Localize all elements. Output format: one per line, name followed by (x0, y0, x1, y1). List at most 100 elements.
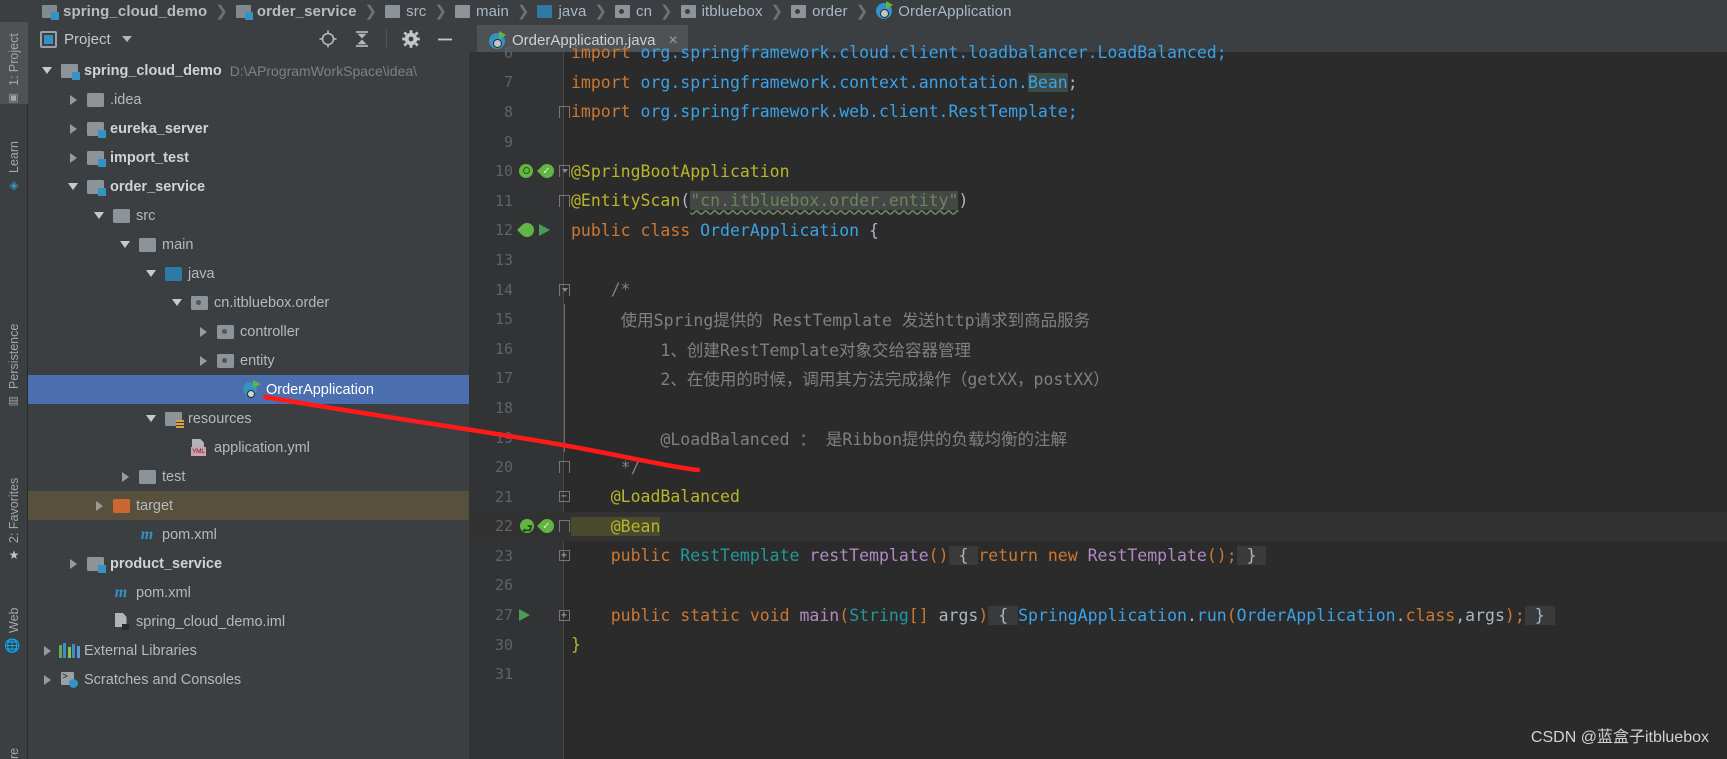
project-tree[interactable]: spring_cloud_demo D:\AProgramWorkSpace\id… (28, 56, 469, 759)
breadcrumb-item-java[interactable]: java (537, 0, 586, 22)
expand-arrow-down-icon[interactable] (140, 270, 162, 277)
code-line-7[interactable]: 7 import org.springframework.context.anno… (469, 68, 1727, 98)
expand-arrow-right-icon[interactable] (88, 500, 110, 511)
fold-region-start-icon[interactable] (558, 165, 570, 178)
expand-arrow-right-icon[interactable] (192, 355, 214, 366)
code-text[interactable]: @Bean (571, 512, 661, 542)
tree-node-resources[interactable]: resources (28, 404, 469, 433)
tree-node-spring-cloud-demo[interactable]: spring_cloud_demo D:\AProgramWorkSpace\id… (28, 56, 469, 85)
code-line-15[interactable]: 15 使用Spring提供的 RestTemplate 发送http请求到商品服… (469, 304, 1727, 334)
gutter-icons[interactable]: ⮐ ✓ (519, 512, 557, 542)
code-line-30[interactable]: 30} (469, 630, 1727, 660)
code-text[interactable]: 使用Spring提供的 RestTemplate 发送http请求到商品服务 (571, 304, 1090, 334)
code-line-26[interactable]: 26 (469, 571, 1727, 601)
locate-icon[interactable] (318, 29, 338, 49)
code-text[interactable]: import org.springframework.context.annot… (571, 68, 1078, 98)
code-text[interactable]: } (571, 630, 581, 660)
code-line-27[interactable]: 27 + public static void main(String[] arg… (469, 600, 1727, 630)
code-line-10[interactable]: 10 ✓ @SpringBootApplication (469, 156, 1727, 186)
tree-node-eureka-server[interactable]: eureka_server (28, 114, 469, 143)
code-line-9[interactable]: 9 (469, 127, 1727, 157)
fold-gutter[interactable] (557, 422, 571, 453)
expand-arrow-down-icon[interactable] (114, 241, 136, 248)
code-line-16[interactable]: 16 1、创建RestTemplate对象交给容器管理 (469, 333, 1727, 364)
spring-leaf-gutter-icon[interactable]: ✓ (537, 161, 557, 182)
tree-node-scratches-and-consoles[interactable]: Scratches and Consoles (28, 665, 469, 694)
expand-arrow-right-icon[interactable] (62, 558, 84, 569)
tree-node-.idea[interactable]: .idea (28, 85, 469, 114)
gutter-icons[interactable] (519, 600, 530, 630)
breadcrumb-item-orderapplication[interactable]: OrderApplication (876, 0, 1011, 22)
breadcrumb-item-spring-cloud-demo[interactable]: spring_cloud_demo (42, 0, 207, 22)
code-line-23[interactable]: 23 + public RestTemplate restTemplate() {… (469, 541, 1727, 571)
expand-arrow-right-icon[interactable] (36, 645, 58, 656)
sidebar-tab-favorites[interactable]: ★ 2: Favorites (0, 432, 28, 562)
tree-node-pom.xml[interactable]: m pom.xml (28, 520, 469, 549)
fold-collapse-icon[interactable]: − (558, 491, 570, 503)
code-text[interactable]: 1、创建RestTemplate对象交给容器管理 (571, 334, 971, 364)
spring-leaf-gutter-icon[interactable]: ✓ (537, 516, 557, 537)
tree-node-order-service[interactable]: order_service (28, 172, 469, 201)
run-gutter-icon[interactable] (539, 224, 550, 237)
fold-gutter[interactable] (557, 363, 571, 394)
code-text[interactable]: @LoadBalanced ： 是Ribbon提供的负载均衡的注解 (571, 423, 1067, 453)
sidebar-tab-learn[interactable]: ◈ Learn (0, 122, 28, 192)
expand-arrow-right-icon[interactable] (62, 94, 84, 105)
sidebar-tab-project[interactable]: ▣ 1: Project (0, 22, 28, 104)
fold-region-icon[interactable] (558, 194, 570, 207)
tree-node-application.yml[interactable]: YML application.yml (28, 433, 469, 462)
code-text[interactable]: public static void main(String[] args) {… (571, 600, 1555, 630)
breadcrumb-item-main[interactable]: main (454, 0, 509, 22)
fold-gutter[interactable] (557, 304, 571, 334)
tree-node-test[interactable]: test (28, 462, 469, 491)
fold-region-icon[interactable] (558, 105, 570, 118)
code-editor[interactable]: 6 import org.springframework.cloud.client… (469, 43, 1727, 759)
fold-gutter[interactable] (557, 275, 571, 305)
fold-gutter[interactable]: − (557, 482, 571, 512)
minimize-icon[interactable] (435, 29, 455, 49)
expand-arrow-right-icon[interactable] (114, 471, 136, 482)
code-line-19[interactable]: 19 @LoadBalanced ： 是Ribbon提供的负载均衡的注解 (469, 422, 1727, 453)
tree-node-target[interactable]: target (28, 491, 469, 520)
code-text[interactable]: @SpringBootApplication (571, 156, 790, 186)
breadcrumb-item-src[interactable]: src (385, 0, 426, 22)
code-line-31[interactable]: 31 (469, 659, 1727, 689)
fold-gutter[interactable] (557, 156, 571, 186)
project-panel-title-group[interactable]: Project (40, 30, 132, 48)
tree-node-pom.xml[interactable]: m pom.xml (28, 578, 469, 607)
fold-gutter[interactable]: + (557, 600, 571, 630)
tree-node-cn.itbluebox.order[interactable]: cn.itbluebox.order (28, 288, 469, 317)
tree-node-external-libraries[interactable]: External Libraries (28, 636, 469, 665)
override-gutter-icon[interactable]: ⮐ (519, 518, 535, 536)
expand-arrow-right-icon[interactable] (62, 123, 84, 134)
spring-config-gutter-icon[interactable] (517, 220, 537, 241)
spring-bean-gutter-icon[interactable] (519, 163, 535, 179)
code-text[interactable]: import org.springframework.cloud.client.… (571, 38, 1227, 68)
code-text[interactable]: @LoadBalanced (571, 482, 740, 512)
code-text[interactable]: public class OrderApplication { (571, 216, 879, 246)
collapse-all-icon[interactable] (352, 29, 372, 49)
fold-region-icon[interactable] (558, 461, 570, 474)
code-text[interactable]: 2、在使用的时候，调用其方法完成操作（getXX，postXX） (571, 364, 1109, 394)
expand-arrow-right-icon[interactable] (62, 152, 84, 163)
expand-arrow-down-icon[interactable] (36, 67, 58, 74)
breadcrumb-item-order[interactable]: order (791, 0, 848, 22)
tree-node-spring-cloud-demo.iml[interactable]: spring_cloud_demo.iml (28, 607, 469, 636)
gutter-icons[interactable] (517, 216, 550, 246)
tree-node-java[interactable]: java (28, 259, 469, 288)
expand-arrow-down-icon[interactable] (62, 183, 84, 190)
code-text[interactable]: import org.springframework.web.client.Re… (571, 97, 1078, 127)
fold-gutter[interactable] (557, 393, 571, 423)
code-line-12[interactable]: 12 public class OrderApplication { (469, 216, 1727, 246)
breadcrumb-item-itbluebox[interactable]: itbluebox (680, 0, 763, 22)
run-gutter-icon[interactable] (519, 609, 530, 622)
breadcrumb-item-order-service[interactable]: order_service (235, 0, 357, 22)
fold-gutter[interactable] (557, 186, 571, 216)
code-line-11[interactable]: 11 @EntityScan("cn.itbluebox.order.entity… (469, 186, 1727, 216)
fold-gutter[interactable] (557, 97, 571, 127)
code-line-14[interactable]: 14 /* (469, 275, 1727, 305)
fold-expand-icon[interactable]: + (558, 609, 570, 621)
code-text[interactable]: public RestTemplate restTemplate() { ret… (571, 541, 1267, 571)
code-line-17[interactable]: 17 2、在使用的时候，调用其方法完成操作（getXX，postXX） (469, 363, 1727, 394)
chevron-down-icon[interactable] (121, 36, 132, 42)
